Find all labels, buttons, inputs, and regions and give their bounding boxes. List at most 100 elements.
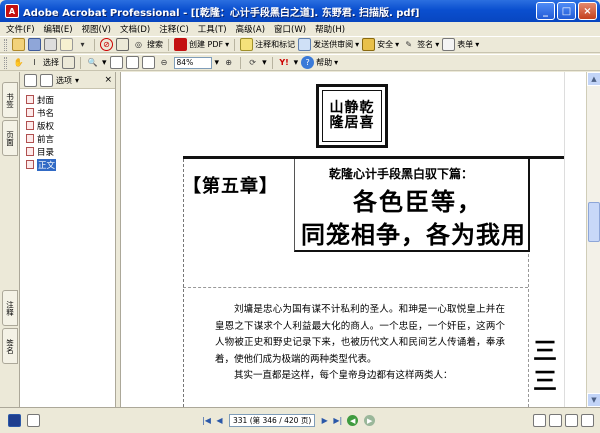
help-button[interactable]: ? 帮助 ▾	[301, 56, 338, 69]
text-select-icon: Ⅰ	[33, 58, 36, 67]
comment-markup-button[interactable]: 注释和标记	[240, 38, 295, 51]
bookmark-item[interactable]: 前言	[20, 132, 115, 145]
search-button[interactable]: ◎ 搜索	[132, 38, 163, 51]
toolbar-grip[interactable]	[4, 38, 7, 51]
organizer-icon[interactable]: ▾	[76, 38, 89, 51]
navigation-toolbar: ✋ Ⅰ 选择 🔍 ▾ ⊖ 84% ▾ ⊕ ⟳ ▾ Y! ▾ ? 帮助 ▾	[0, 54, 600, 71]
options-menu[interactable]: 选项	[56, 75, 72, 86]
separator	[271, 56, 273, 69]
continuous-facing-icon[interactable]	[581, 414, 594, 427]
tab-bookmarks[interactable]: 书签	[2, 82, 18, 118]
fit-page-icon[interactable]	[125, 56, 139, 69]
zoom-input[interactable]: 84%	[173, 56, 212, 69]
menu-tools[interactable]: 工具(T)	[198, 23, 227, 35]
menu-bar: 文件(F) 编辑(E) 视图(V) 文档(D) 注释(C) 工具(T) 高级(A…	[0, 22, 600, 35]
menu-window[interactable]: 窗口(W)	[274, 23, 306, 35]
pages-icon[interactable]	[116, 38, 129, 51]
fit-width-icon[interactable]	[141, 56, 155, 69]
zoom-tool-icon[interactable]: 🔍	[86, 56, 99, 69]
create-pdf-button[interactable]: 创建 PDF ▾	[174, 38, 229, 51]
page-number-field[interactable]: 331 (第 346 / 420 页)	[229, 414, 316, 427]
menu-help[interactable]: 帮助(H)	[315, 23, 345, 35]
window-title: Adobe Acrobat Professional - [[乾隆：心计手段黑白…	[23, 7, 420, 19]
layers-icon[interactable]	[8, 414, 21, 427]
email-icon[interactable]	[60, 38, 73, 51]
bookmark-item[interactable]: 封面	[20, 93, 115, 106]
secure-button[interactable]: 安全 ▾	[362, 38, 399, 51]
save-icon[interactable]	[28, 38, 41, 51]
bookmark-icon	[26, 121, 34, 130]
menu-advanced[interactable]: 高级(A)	[236, 23, 265, 35]
bookmark-item[interactable]: 版权	[20, 119, 115, 132]
minimize-button[interactable]: _	[536, 2, 555, 20]
menu-comments[interactable]: 注释(C)	[159, 23, 189, 35]
sign-button[interactable]: ✎ 签名 ▾	[402, 38, 439, 51]
select-tool-button[interactable]: Ⅰ 选择	[28, 56, 59, 69]
close-button[interactable]: ×	[578, 2, 597, 20]
new-bookmark-icon[interactable]	[24, 73, 37, 87]
last-page-icon[interactable]: ▶|	[331, 414, 344, 427]
paragraph: 其实一直都是这样，每个皇帝身边都有这样两类人：	[234, 370, 453, 381]
create-pdf-icon	[174, 38, 187, 51]
open-icon[interactable]	[12, 38, 25, 51]
next-view-icon[interactable]: ▶	[364, 415, 376, 426]
actual-size-icon[interactable]	[109, 56, 123, 69]
comment-icon	[240, 38, 254, 51]
navigation-pane-tabs: 书签 页面 注释 签名	[0, 72, 20, 407]
binoculars-icon: ◎	[135, 40, 142, 49]
bookmark-icon	[26, 95, 34, 104]
bookmark-icon	[26, 108, 34, 117]
menu-edit[interactable]: 编辑(E)	[44, 23, 73, 35]
previous-view-icon[interactable]: ◀	[347, 415, 359, 426]
scroll-up-icon[interactable]: ▲	[587, 72, 600, 86]
single-page-icon[interactable]	[533, 414, 546, 427]
tab-signatures[interactable]: 签名	[2, 328, 18, 364]
separator	[80, 56, 81, 69]
facing-icon[interactable]	[565, 414, 578, 427]
chapter-headline-line1: 各色臣等，	[353, 187, 483, 216]
lock-icon	[362, 38, 376, 51]
forms-button[interactable]: 表单 ▾	[442, 38, 479, 51]
zoom-out-icon[interactable]: ⊖	[158, 56, 171, 69]
zoom-in-icon[interactable]: ⊕	[222, 56, 235, 69]
stop-icon[interactable]: ⊘	[100, 38, 113, 51]
maximize-button[interactable]: □	[557, 2, 576, 20]
menu-view[interactable]: 视图(V)	[82, 23, 111, 35]
chapter-label: 【第五章】	[183, 176, 278, 197]
hand-icon[interactable]: ✋	[12, 56, 25, 69]
menu-file[interactable]: 文件(F)	[6, 23, 35, 35]
paragraph: 刘墉是忠心为国有谋不计私利的圣人。和珅是一心取悦皇上并在皇恩之下谋求个人利益最大…	[215, 304, 505, 365]
scroll-thumb[interactable]	[588, 202, 600, 242]
tab-pages[interactable]: 页面	[2, 120, 18, 156]
menu-document[interactable]: 文档(D)	[120, 23, 150, 35]
bookmark-item[interactable]: 书名	[20, 106, 115, 119]
print-icon[interactable]	[44, 38, 57, 51]
scroll-down-icon[interactable]: ▼	[587, 393, 600, 407]
delete-bookmark-icon[interactable]	[40, 73, 53, 87]
rotate-icon[interactable]: ⟳	[246, 56, 259, 69]
acrobat-icon: A	[5, 4, 19, 18]
bookmark-icon	[26, 160, 34, 169]
panel-toggle-icon[interactable]	[27, 414, 40, 427]
seal-text: 山静乾隆居喜	[322, 90, 382, 142]
first-page-icon[interactable]: |◀	[200, 414, 213, 427]
separator	[234, 38, 236, 51]
vertical-scrollbar[interactable]: ▲ ▼	[586, 72, 600, 407]
bookmark-icon	[26, 147, 34, 156]
yahoo-icon[interactable]: Y!	[278, 56, 291, 69]
close-panel-button[interactable]: ×	[104, 75, 112, 85]
next-page-icon[interactable]: ▶	[318, 414, 331, 427]
previous-page-icon[interactable]: ◀	[213, 414, 226, 427]
margin-marker: 三三	[533, 336, 557, 395]
send-review-button[interactable]: 发送供审阅 ▾	[298, 38, 359, 51]
page-margin	[564, 72, 586, 407]
continuous-icon[interactable]	[549, 414, 562, 427]
body-text: 刘墉是忠心为国有谋不计私利的圣人。和珅是一心取悦皇上并在皇恩之下谋求个人利益最大…	[215, 302, 505, 385]
bookmarks-panel: 选项 ▾ × 封面 书名 版权 前言 目录 正文	[20, 72, 116, 407]
bookmark-item[interactable]: 目录	[20, 145, 115, 158]
snapshot-icon[interactable]	[62, 56, 75, 69]
document-view[interactable]: 山静乾隆居喜 【第五章】 乾隆心计手段黑白驭下篇： 各色臣等， 同笼相争，各为我…	[121, 72, 586, 407]
toolbar-grip[interactable]	[4, 56, 7, 69]
tab-comments[interactable]: 注释	[2, 290, 18, 326]
bookmark-item-selected[interactable]: 正文	[20, 158, 115, 171]
